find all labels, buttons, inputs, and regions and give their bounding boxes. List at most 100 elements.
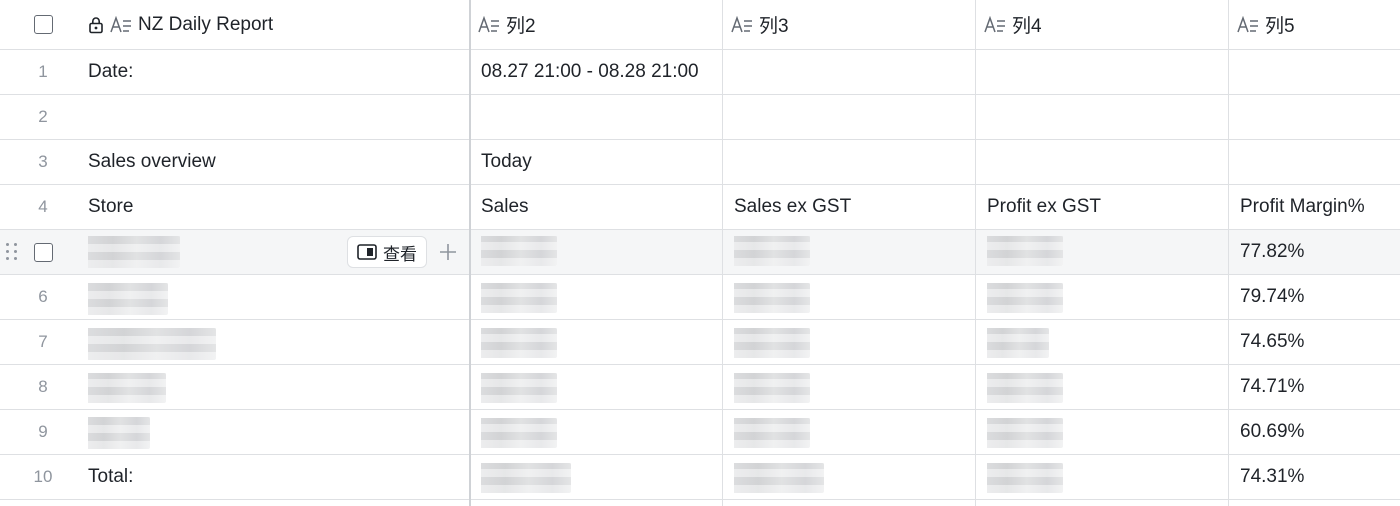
redacted-value	[481, 373, 557, 403]
redacted-value	[481, 328, 557, 358]
cell-sales[interactable]	[481, 410, 721, 454]
cell-profit-ex-gst[interactable]	[987, 455, 1227, 499]
row-number: 2	[38, 107, 48, 126]
cell-profit-margin[interactable]: 74.31%	[1240, 455, 1400, 499]
cell-col2[interactable]: Today	[481, 140, 721, 184]
cell-profit-ex-gst[interactable]	[987, 410, 1227, 454]
cell-store[interactable]: Date:	[88, 50, 468, 94]
redacted-value	[734, 463, 824, 493]
cell-store[interactable]	[88, 95, 468, 139]
column-header-label: 列3	[759, 16, 789, 37]
view-record-button[interactable]: 查看	[347, 236, 427, 268]
cell-profit-ex-gst[interactable]	[987, 275, 1227, 319]
redacted-value	[481, 463, 571, 493]
select-all-checkbox[interactable]	[33, 15, 53, 34]
table-row[interactable]: 查看 77.82%	[0, 230, 1400, 275]
table-row[interactable]: 10 Total: 74.31%	[0, 455, 1400, 500]
cell-profit-ex-gst[interactable]: Profit ex GST	[987, 185, 1227, 229]
table-row[interactable]: 1 Date: 08.27 21:00 - 08.28 21:00	[0, 50, 1400, 95]
plus-icon[interactable]	[436, 240, 460, 264]
cell-store[interactable]	[88, 365, 468, 409]
column-header-label: NZ Daily Report	[138, 13, 274, 35]
table-row[interactable]: 8 74.71%	[0, 365, 1400, 410]
cell-store[interactable]	[88, 275, 468, 319]
cell-profit-ex-gst[interactable]	[987, 230, 1227, 274]
table-row[interactable]: 9 60.69%	[0, 410, 1400, 455]
cell-col4[interactable]	[987, 140, 1227, 184]
cell-store[interactable]: Store	[88, 185, 468, 229]
cell-col3[interactable]	[734, 50, 974, 94]
table-row[interactable]: 4 Store Sales Sales ex GST Profit ex GST…	[0, 185, 1400, 230]
drag-handle-icon[interactable]	[6, 243, 18, 261]
lock-icon	[88, 16, 104, 34]
cell-col3[interactable]	[734, 95, 974, 139]
redacted-value	[88, 417, 150, 449]
column-header-2[interactable]: 列2	[478, 0, 718, 49]
column-header-4[interactable]: 列4	[984, 0, 1224, 49]
cell-store[interactable]: Total:	[88, 455, 468, 499]
cell-sales[interactable]: Sales	[481, 185, 721, 229]
redacted-value	[88, 283, 168, 315]
cell-store[interactable]	[88, 320, 468, 364]
cell-date-range[interactable]: 08.27 21:00 - 08.28 21:00	[481, 50, 721, 94]
cell-sales[interactable]	[481, 230, 721, 274]
text-field-icon	[1237, 15, 1259, 35]
column-header-label: 列5	[1265, 16, 1295, 37]
cell-sales-ex-gst[interactable]	[734, 320, 974, 364]
cell-profit-margin[interactable]: 79.74%	[1240, 275, 1400, 319]
redacted-value	[734, 418, 810, 448]
redacted-value	[987, 236, 1063, 266]
sidebar-panel-icon	[357, 244, 377, 260]
cell-sales[interactable]	[481, 275, 721, 319]
row-number: 3	[38, 152, 48, 171]
cell-profit-margin[interactable]: 74.71%	[1240, 365, 1400, 409]
cell-col5[interactable]	[1240, 140, 1400, 184]
cell-col4[interactable]	[987, 95, 1227, 139]
redacted-value	[88, 373, 166, 403]
cell-col3[interactable]	[734, 140, 974, 184]
row-checkbox[interactable]	[33, 242, 53, 262]
cell-store[interactable]	[88, 410, 468, 454]
cell-profit-margin[interactable]: Profit Margin%	[1240, 185, 1400, 229]
row-select-cell	[0, 230, 86, 274]
text-field-icon	[984, 15, 1006, 35]
cell-sales-ex-gst[interactable]: Sales ex GST	[734, 185, 974, 229]
column-divider[interactable]	[722, 0, 723, 506]
cell-col4[interactable]	[987, 50, 1227, 94]
cell-sales-ex-gst[interactable]	[734, 365, 974, 409]
column-divider[interactable]	[975, 0, 976, 506]
text-field-icon	[731, 15, 753, 35]
cell-sales[interactable]	[481, 455, 721, 499]
cell-sales[interactable]	[481, 320, 721, 364]
redacted-value	[987, 328, 1049, 358]
cell-col5[interactable]	[1240, 95, 1400, 139]
table-row[interactable]: 7 74.65%	[0, 320, 1400, 365]
cell-profit-margin[interactable]: 77.82%	[1240, 230, 1400, 274]
cell-sales[interactable]	[481, 365, 721, 409]
cell-profit-ex-gst[interactable]	[987, 365, 1227, 409]
cell-sales-ex-gst[interactable]	[734, 455, 974, 499]
column-header-3[interactable]: 列3	[731, 0, 971, 49]
table-row[interactable]: 3 Sales overview Today	[0, 140, 1400, 185]
text-field-icon	[478, 15, 500, 35]
cell-sales-ex-gst[interactable]	[734, 230, 974, 274]
cell-col2[interactable]	[481, 95, 721, 139]
row-number: 4	[38, 197, 48, 216]
cell-profit-margin[interactable]: 74.65%	[1240, 320, 1400, 364]
cell-store[interactable]: Sales overview	[88, 140, 468, 184]
column-header-1[interactable]: NZ Daily Report	[88, 0, 468, 49]
row-number: 1	[38, 62, 48, 81]
table-row[interactable]: 2	[0, 95, 1400, 140]
column-header-label: 列2	[506, 16, 536, 37]
column-header-5[interactable]: 列5	[1237, 0, 1397, 49]
cell-sales-ex-gst[interactable]	[734, 410, 974, 454]
cell-sales-ex-gst[interactable]	[734, 275, 974, 319]
column-divider[interactable]	[1228, 0, 1229, 506]
cell-profit-ex-gst[interactable]	[987, 320, 1227, 364]
cell-profit-margin[interactable]: 60.69%	[1240, 410, 1400, 454]
row-number: 9	[38, 422, 48, 441]
table-row[interactable]: 6 79.74%	[0, 275, 1400, 320]
text-field-icon	[110, 15, 132, 35]
frozen-column-divider[interactable]	[469, 0, 471, 506]
cell-col5[interactable]	[1240, 50, 1400, 94]
